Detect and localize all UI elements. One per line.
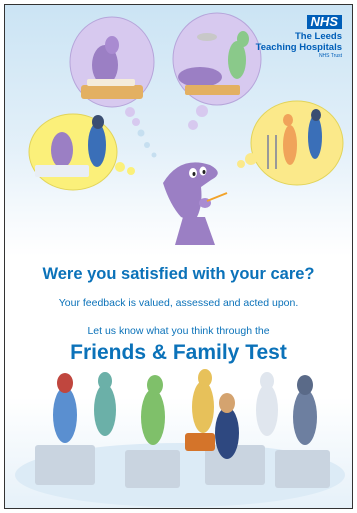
group-discussion-illustration bbox=[15, 369, 345, 507]
trust-name-line2: Teaching Hospitals bbox=[255, 42, 342, 53]
headline: Were you satisfied with your care? bbox=[42, 265, 315, 283]
thought-bubble-nurse bbox=[28, 113, 118, 191]
prompt-text: Let us know what you think through the bbox=[87, 325, 270, 337]
campaign-title: Friends & Family Test bbox=[70, 341, 287, 364]
thought-bubble-walking-frame bbox=[250, 100, 344, 186]
nhs-trust-logo: NHS The Leeds Teaching Hospitals NHS Tru… bbox=[247, 13, 342, 60]
trust-name-line1: The Leeds bbox=[295, 31, 342, 42]
thought-bubble-bed bbox=[69, 16, 155, 108]
thought-bubbles-illustration bbox=[15, 12, 345, 507]
poster: NHS The Leeds Teaching Hospitals NHS Tru… bbox=[4, 4, 353, 509]
nhs-badge: NHS bbox=[306, 15, 342, 29]
trust-name-line3: NHS Trust bbox=[318, 53, 342, 59]
thinking-character bbox=[163, 162, 228, 245]
feedback-subline: Your feedback is valued, assessed and ac… bbox=[58, 297, 299, 309]
